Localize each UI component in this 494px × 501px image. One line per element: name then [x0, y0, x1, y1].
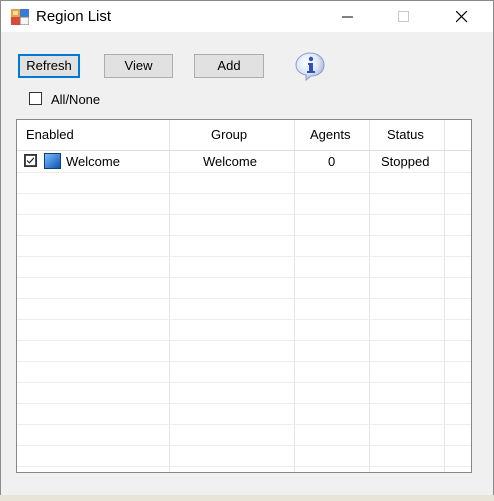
- minimize-icon: [342, 16, 353, 18]
- region-list-window: Region List Refresh View Add All/None En…: [0, 0, 494, 501]
- row-divider: [17, 382, 471, 383]
- row-divider: [17, 214, 471, 215]
- region-list-grid[interactable]: Enabled Group Agents Status Welcome Welc…: [16, 119, 472, 473]
- row-enabled-checkbox[interactable]: [24, 154, 37, 167]
- region-icon: [44, 153, 61, 169]
- add-button[interactable]: Add: [194, 54, 264, 78]
- column-header-enabled[interactable]: Enabled: [26, 120, 74, 150]
- background-strip: [0, 495, 494, 501]
- row-region-name: Welcome: [66, 154, 120, 169]
- maximize-icon: [398, 11, 409, 22]
- app-icon: [11, 9, 29, 25]
- row-divider: [17, 256, 471, 257]
- row-divider: [17, 445, 471, 446]
- row-status: Stopped: [381, 154, 430, 169]
- row-divider: [17, 172, 471, 173]
- window-title: Region List: [36, 8, 112, 25]
- refresh-button[interactable]: Refresh: [18, 54, 80, 78]
- row-divider: [17, 340, 471, 341]
- row-group: Welcome: [203, 154, 257, 169]
- row-divider: [17, 424, 471, 425]
- column-header-group[interactable]: Group: [211, 120, 247, 150]
- all-none-checkbox[interactable]: [29, 92, 42, 105]
- row-divider: [17, 277, 471, 278]
- close-icon: [456, 11, 468, 23]
- row-agents: 0: [328, 154, 336, 169]
- title-bar[interactable]: Region List: [1, 1, 493, 32]
- row-divider: [17, 298, 471, 299]
- column-header-agents[interactable]: Agents: [310, 120, 350, 150]
- minimize-button[interactable]: [325, 1, 371, 32]
- close-button[interactable]: [439, 1, 485, 32]
- all-none-label: All/None: [51, 92, 101, 107]
- row-divider: [17, 466, 471, 467]
- info-icon[interactable]: [294, 51, 326, 81]
- row-divider: [17, 361, 471, 362]
- row-divider: [17, 235, 471, 236]
- column-header-status[interactable]: Status: [387, 120, 424, 150]
- maximize-button[interactable]: [381, 1, 427, 32]
- row-divider: [17, 319, 471, 320]
- view-button[interactable]: View: [104, 54, 173, 78]
- row-divider: [17, 403, 471, 404]
- row-divider: [17, 193, 471, 194]
